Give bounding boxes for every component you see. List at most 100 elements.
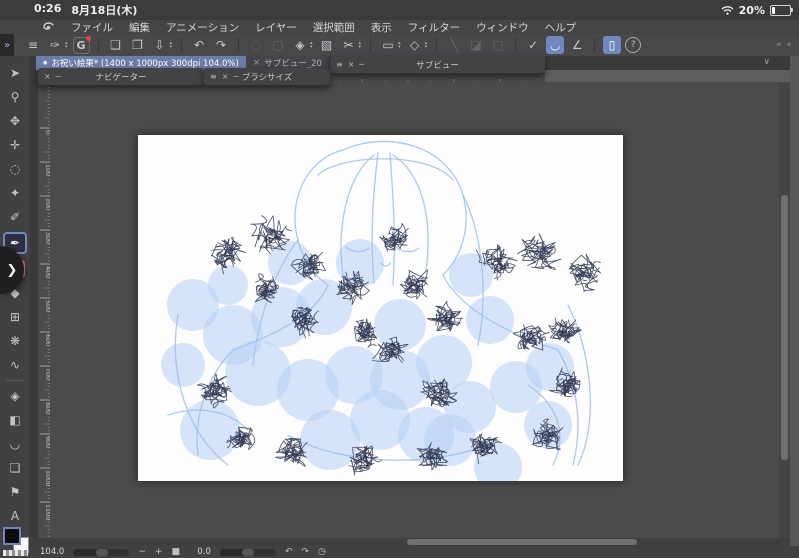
foreground-color-swatch[interactable] bbox=[3, 527, 21, 545]
fill-button[interactable]: ◈ ▴ ▾ bbox=[291, 36, 314, 54]
help-button[interactable]: ? bbox=[625, 37, 642, 53]
redo-button[interactable]: ↷ bbox=[212, 36, 230, 54]
snap-to-special-ruler-button[interactable]: ◡ bbox=[546, 36, 565, 54]
polyline-tool[interactable]: ⚑ bbox=[5, 483, 25, 501]
chevron-updown-icon[interactable]: ▴ ▾ bbox=[398, 41, 401, 50]
chevron-updown-icon[interactable]: ▴ ▾ bbox=[310, 41, 313, 50]
modified-dot-icon: ● bbox=[43, 60, 48, 66]
selection-pen-button[interactable]: ▧ bbox=[318, 36, 336, 54]
fill-icon: ◈ bbox=[295, 38, 305, 52]
menu-item-8[interactable]: ウィンドウ bbox=[476, 20, 529, 35]
notification-dot-icon bbox=[85, 35, 91, 41]
panel-subview-header[interactable]: サブビュー ≡ × ─ bbox=[330, 56, 545, 74]
zoom-fit-button[interactable]: ■ bbox=[171, 547, 180, 557]
hand-tool[interactable]: ✥ bbox=[5, 112, 25, 130]
panel-close-icon[interactable]: × bbox=[44, 72, 51, 81]
rect-fill-tool-icon: □ bbox=[492, 38, 504, 52]
menu-item-5[interactable]: 選択範囲 bbox=[313, 20, 355, 35]
menu-item-6[interactable]: 表示 bbox=[371, 20, 392, 35]
rotate-right-button[interactable]: ↷ bbox=[302, 547, 310, 557]
vertical-scrollbar-thumb[interactable] bbox=[781, 195, 788, 460]
chevron-updown-icon[interactable]: ▴ ▾ bbox=[425, 41, 428, 50]
eyedropper-tool[interactable]: ✐ bbox=[5, 208, 25, 226]
text-tool[interactable]: A bbox=[5, 507, 25, 525]
transparent-color-swatch[interactable] bbox=[3, 550, 28, 556]
gradient-tool-button: ◪ bbox=[467, 36, 485, 54]
toolbar-collapse-button[interactable]: « « bbox=[776, 40, 799, 50]
frame-tool[interactable]: ❏ bbox=[5, 459, 25, 477]
zoom-in-button[interactable]: + bbox=[155, 547, 163, 557]
panel-minimize-icon[interactable]: ─ bbox=[56, 72, 61, 81]
gradient-tool[interactable]: ◧ bbox=[5, 411, 25, 429]
battery-percent: 20% bbox=[738, 3, 765, 17]
blend-tool[interactable]: ❋ bbox=[5, 332, 25, 350]
open-file-button[interactable]: ❐ bbox=[129, 36, 147, 54]
panel-close-icon[interactable]: × bbox=[348, 60, 355, 69]
auto-select-tool[interactable]: ✦ bbox=[5, 184, 25, 202]
mesh-transform-tool[interactable]: ⊞ bbox=[5, 308, 25, 326]
snap-to-grid-button[interactable]: ∠ bbox=[568, 36, 586, 54]
open-file-icon: ❐ bbox=[132, 38, 143, 52]
cut-button[interactable]: ✂ ▴ ▾ bbox=[340, 36, 363, 54]
right-dock-strip[interactable] bbox=[790, 56, 799, 558]
panel-menu-icon[interactable]: ≡ bbox=[336, 60, 343, 69]
move-layer-tool[interactable]: ✛ bbox=[5, 136, 25, 154]
toolbar-separator bbox=[515, 38, 517, 52]
panel-menu-icon[interactable]: ≡ bbox=[210, 72, 217, 81]
tool-property-button[interactable]: ✑ ▴ ▾ bbox=[46, 36, 69, 54]
vertical-scrollbar[interactable] bbox=[779, 82, 790, 538]
menu-item-9[interactable]: ヘルプ bbox=[545, 20, 577, 35]
rotate-left-button[interactable]: ↶ bbox=[285, 547, 293, 557]
zoom-slider[interactable] bbox=[73, 548, 130, 556]
undo-button[interactable]: ↶ bbox=[190, 36, 208, 54]
figure-tool[interactable]: ◡ bbox=[5, 435, 25, 453]
panel-navigator-header[interactable]: ナビゲーター × ─ bbox=[38, 68, 204, 86]
menu-item-4[interactable]: レイヤー bbox=[255, 20, 297, 35]
tool-property-icon: ✑ bbox=[49, 38, 61, 52]
snap-to-special-ruler-icon: ◡ bbox=[546, 36, 565, 54]
zoom-tool[interactable]: ⚲ bbox=[5, 88, 25, 106]
cut-icon: ✂ bbox=[343, 38, 354, 52]
menu-item-2[interactable]: 編集 bbox=[129, 20, 150, 35]
snap-to-ruler-button[interactable]: ✓ bbox=[524, 36, 542, 54]
menu-item-7[interactable]: フィルター bbox=[408, 20, 460, 35]
panel-close-icon[interactable]: × bbox=[222, 72, 229, 81]
new-canvas-button[interactable]: ❏ bbox=[107, 36, 125, 54]
panel-minimize-icon[interactable]: ─ bbox=[233, 72, 238, 81]
vertical-ruler: 010020030040050060070080090010001100 bbox=[38, 82, 50, 538]
panel-brushsize-header[interactable]: ブラシサイズ ≡ × ─ bbox=[204, 68, 330, 86]
chevron-updown-icon[interactable]: ▴ ▾ bbox=[65, 41, 68, 50]
command-bar: » ≡ ✑ ▴ ▾ G ❏ ❐ ⇩ ▴ ▾ ↶ ↷ ◌ ▢ ◈ ▴ ▾ ▧ ✂ ▴ ▾ ▭ ▴ ▾ ◇ ▴ ▾ ╲ ◪ □ ✓ ◡ ∠ ▯? « … bbox=[0, 34, 799, 56]
rotation-slider[interactable] bbox=[219, 548, 276, 556]
reset-view-button[interactable]: ◷ bbox=[318, 547, 326, 557]
layer-selection-icon: ▢ bbox=[272, 38, 284, 52]
operation-tool[interactable]: ➤ bbox=[5, 64, 25, 82]
app-window: 0:26 8月18日(木) 20% ファイル 編集 アニメーション レイヤー 選択範囲 表… bbox=[0, 0, 799, 558]
line-tool-button: ╲ bbox=[445, 36, 463, 54]
chevron-updown-icon[interactable]: ▴ ▾ bbox=[359, 41, 362, 50]
chevron-updown-icon[interactable]: ▴ ▾ bbox=[170, 41, 173, 50]
clip-studio-logo-icon[interactable] bbox=[42, 21, 55, 33]
companion-mode-button[interactable]: ▯ bbox=[603, 36, 622, 54]
liquify-tool[interactable]: ∿ bbox=[5, 356, 25, 374]
zoom-out-button[interactable]: − bbox=[138, 547, 146, 557]
deselect-button[interactable]: ◇ ▴ ▾ bbox=[406, 36, 429, 54]
main-menu-button[interactable]: ≡ bbox=[24, 36, 42, 54]
select-rectangle-icon: ▭ bbox=[382, 38, 394, 52]
select-rectangle-button[interactable]: ▭ ▴ ▾ bbox=[379, 36, 402, 54]
workspace-expand-button[interactable]: » bbox=[0, 34, 14, 56]
menu-item-3[interactable]: アニメーション bbox=[166, 20, 239, 35]
undo-icon: ↶ bbox=[194, 38, 205, 52]
panel-minimize-icon[interactable]: ─ bbox=[359, 60, 364, 69]
canvas-surface[interactable] bbox=[138, 135, 623, 491]
clip-studio-app-button[interactable]: G bbox=[72, 35, 91, 54]
ruler-corner bbox=[30, 70, 38, 538]
bucket-tool[interactable]: ◈ bbox=[5, 387, 25, 405]
horizontal-scrollbar[interactable] bbox=[30, 538, 790, 546]
horizontal-scrollbar-thumb[interactable] bbox=[407, 539, 637, 545]
lasso-select-tool[interactable]: ◌ bbox=[5, 160, 25, 178]
tabbar-chevron-down-icon[interactable]: ∨ bbox=[763, 57, 770, 67]
save-file-button[interactable]: ⇩ ▴ ▾ bbox=[151, 36, 174, 54]
menu-item-1[interactable]: ファイル bbox=[71, 20, 113, 35]
tab-close-icon[interactable]: × bbox=[253, 58, 261, 68]
